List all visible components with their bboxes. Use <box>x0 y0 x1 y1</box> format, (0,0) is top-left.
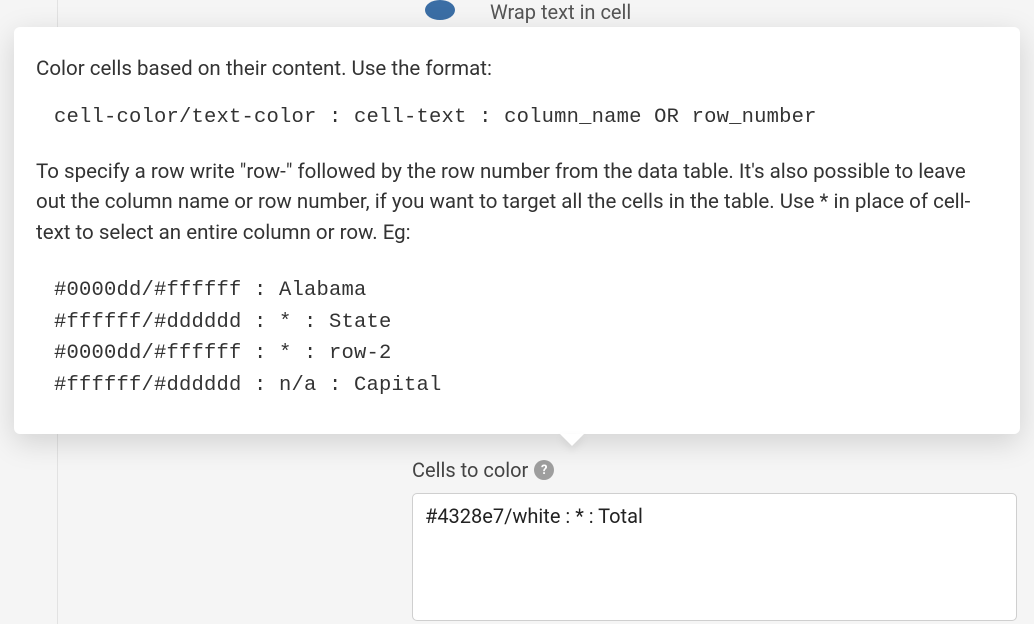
tooltip-examples-code: #0000dd/#ffffff : Alabama #ffffff/#ddddd… <box>54 275 992 402</box>
cells-to-color-input[interactable] <box>412 493 1017 621</box>
field-label-row: Cells to color ? <box>412 458 554 482</box>
help-tooltip: Color cells based on their content. Use … <box>14 27 1020 434</box>
tooltip-format-code: cell-color/text-color : cell-text : colu… <box>54 106 992 129</box>
partial-background-text: Wrap text in cell <box>490 0 631 24</box>
cells-to-color-label: Cells to color <box>412 458 528 482</box>
toggle-dot <box>425 0 455 20</box>
tooltip-description-text: To specify a row write "row-" followed b… <box>36 157 992 249</box>
tooltip-intro-text: Color cells based on their content. Use … <box>36 55 992 84</box>
help-icon[interactable]: ? <box>534 460 554 480</box>
